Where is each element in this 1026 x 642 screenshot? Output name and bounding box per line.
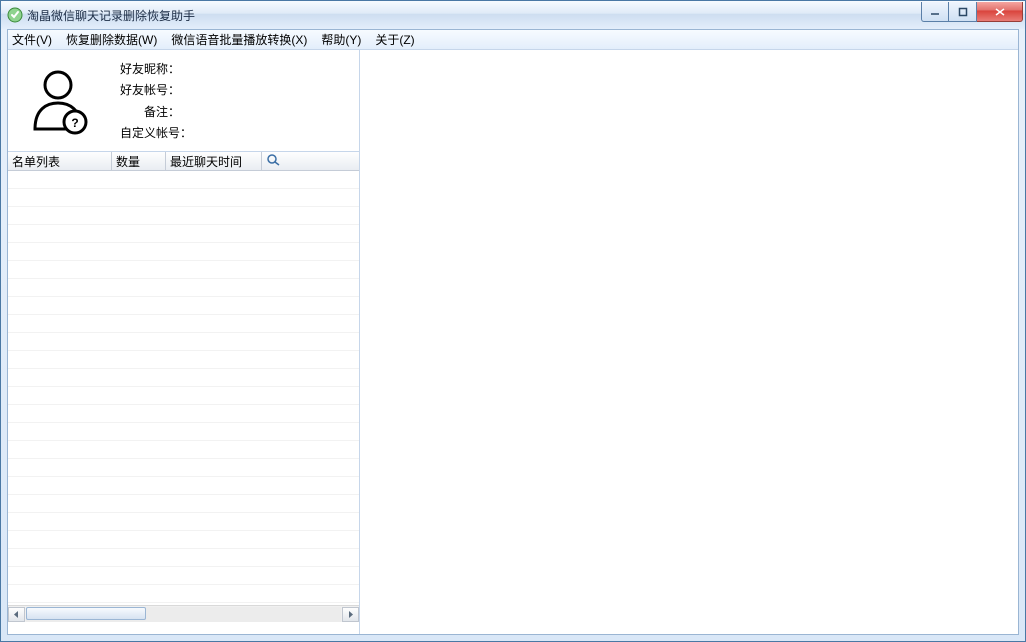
menu-file[interactable]: 文件(V) [12,31,52,48]
column-headers: 名单列表 数量 最近聊天时间 [8,152,359,171]
menu-voice[interactable]: 微信语音批量播放转换(X) [171,31,307,48]
list-rows[interactable] [8,171,359,605]
search-icon [266,153,282,170]
custom-account-label: 自定义帐号： [120,124,351,141]
profile-panel: ? 好友昵称： 好友帐号： 备注： 自定义帐号： [8,50,359,152]
window-title: 淘晶微信聊天记录删除恢复助手 [27,7,195,24]
close-button[interactable] [977,2,1023,22]
horizontal-scrollbar[interactable] [8,605,359,622]
scroll-thumb[interactable] [26,607,146,620]
remark-label: 备注： [120,103,351,120]
content: ? 好友昵称： 好友帐号： 备注： 自定义帐号： 名单列表 数量 最近聊天时间 [8,50,1018,634]
scroll-track[interactable] [26,607,341,622]
menu-recover[interactable]: 恢复删除数据(W) [66,31,157,48]
nickname-label: 好友昵称： [120,60,351,77]
maximize-button[interactable] [949,2,977,22]
grid-lines [8,171,359,605]
titlebar[interactable]: 淘晶微信聊天记录删除恢复助手 [1,1,1025,29]
svg-text:?: ? [71,116,78,130]
profile-fields: 好友昵称： 好友帐号： 备注： 自定义帐号： [100,56,351,145]
app-icon [7,7,23,23]
app-window: 淘晶微信聊天记录删除恢复助手 文件(V) 恢复删除数据(W) 微信语音批量播放转… [0,0,1026,642]
left-pane: ? 好友昵称： 好友帐号： 备注： 自定义帐号： 名单列表 数量 最近聊天时间 [8,50,360,634]
col-search[interactable] [262,152,359,170]
scroll-left-button[interactable] [8,607,25,622]
col-count[interactable]: 数量 [112,152,166,170]
col-last-chat-time[interactable]: 最近聊天时间 [166,152,262,170]
menu-about[interactable]: 关于(Z) [375,31,414,48]
avatar: ? [16,56,100,145]
right-pane [360,50,1018,634]
account-label: 好友帐号： [120,81,351,98]
menubar: 文件(V) 恢复删除数据(W) 微信语音批量播放转换(X) 帮助(Y) 关于(Z… [8,30,1018,50]
window-controls [921,2,1023,22]
scroll-right-button[interactable] [342,607,359,622]
client-area: 文件(V) 恢复删除数据(W) 微信语音批量播放转换(X) 帮助(Y) 关于(Z… [7,29,1019,635]
status-blank [8,622,359,634]
minimize-button[interactable] [921,2,949,22]
list-area: 名单列表 数量 最近聊天时间 [8,152,359,634]
menu-help[interactable]: 帮助(Y) [321,31,361,48]
col-name-list[interactable]: 名单列表 [8,152,112,170]
